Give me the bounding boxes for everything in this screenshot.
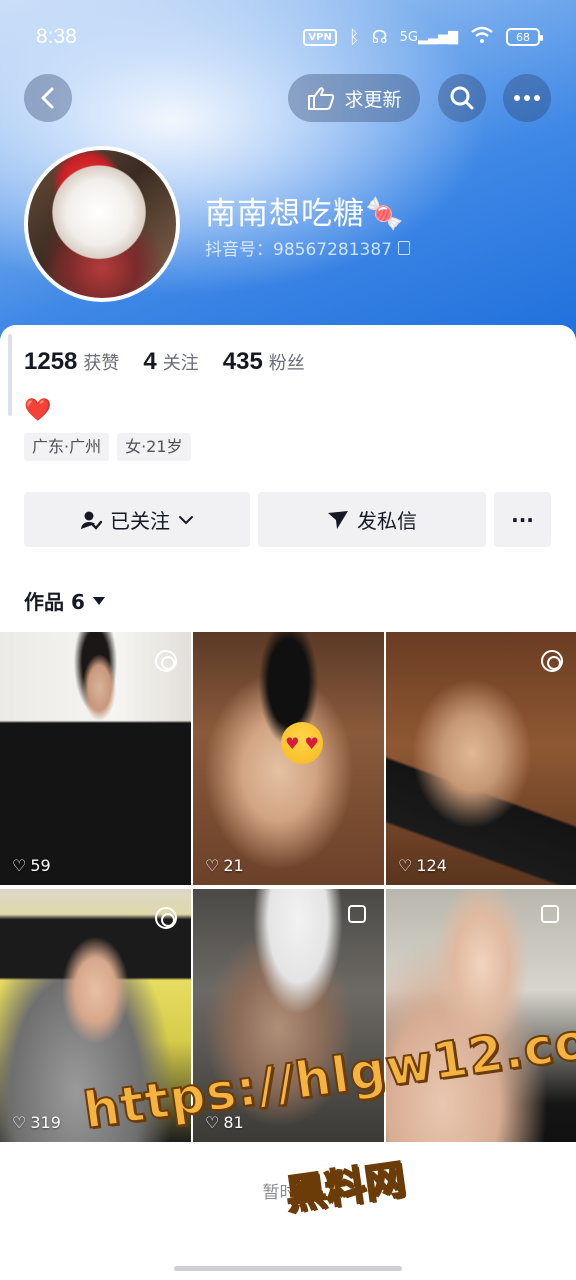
battery-icon: 68 xyxy=(506,28,543,46)
more-dots-icon: ··· xyxy=(511,507,534,532)
heart-outline-icon: ♡ xyxy=(205,856,220,875)
more-options-button[interactable] xyxy=(503,74,551,122)
headphones-icon: ☊ xyxy=(371,26,388,48)
like-count: ♡ 59 xyxy=(12,856,51,875)
multi-image-icon xyxy=(541,905,559,923)
copy-icon[interactable] xyxy=(397,240,410,255)
douyin-id-text: 抖音号：98567281387 xyxy=(205,240,392,260)
live-photo-icon xyxy=(155,907,177,929)
back-arrow-icon xyxy=(41,87,54,109)
wifi-icon xyxy=(470,26,494,49)
like-count-value: 21 xyxy=(223,856,244,875)
works-tab[interactable]: 作品 6 xyxy=(24,586,105,615)
stat-value: 1258 xyxy=(24,348,78,375)
heart-eyes-emoji-icon: ♥ ♥ xyxy=(281,722,323,764)
chevron-down-icon xyxy=(179,515,193,524)
profile-name: 南南想吃糖🍬 xyxy=(205,196,405,232)
back-button[interactable] xyxy=(24,74,72,122)
network-type: 5G xyxy=(399,29,418,45)
status-time: 8:38 xyxy=(36,25,77,48)
heart-outline-icon: ♡ xyxy=(12,1113,27,1132)
bluetooth-icon: ᛒ xyxy=(348,26,360,48)
stat-following[interactable]: 4 关注 xyxy=(143,348,198,376)
more-dots-icon xyxy=(514,95,540,101)
status-bar: 8:38 VPN ᛒ ☊ 5G▂▃▅▇ 68 xyxy=(0,0,576,74)
user-check-icon xyxy=(81,511,102,530)
like-count: ♡ 319 xyxy=(12,1113,61,1132)
send-icon xyxy=(328,510,348,529)
video-tile[interactable]: ♥ ♥ ♡ 21 xyxy=(193,632,384,885)
action-row: 已关注 发私信 ··· xyxy=(24,492,552,547)
stat-label: 粉丝 xyxy=(268,353,305,374)
message-label: 发私信 xyxy=(357,509,417,533)
tag-location: 广东·广州 xyxy=(24,433,110,461)
video-tile[interactable]: ♡ 124 xyxy=(386,632,576,885)
live-photo-icon xyxy=(541,650,563,672)
stat-label: 关注 xyxy=(162,353,199,374)
works-label: 作品 6 xyxy=(24,590,85,614)
douyin-id[interactable]: 抖音号：98567281387 xyxy=(205,235,410,260)
like-count-value: 319 xyxy=(30,1113,61,1132)
like-count: ♡ 21 xyxy=(205,856,244,875)
message-button[interactable]: 发私信 xyxy=(258,492,486,547)
search-button[interactable] xyxy=(438,74,486,122)
like-count-value: 124 xyxy=(416,856,447,875)
action-more-button[interactable]: ··· xyxy=(494,492,551,547)
caret-down-icon xyxy=(92,596,105,605)
stat-followers[interactable]: 435 粉丝 xyxy=(223,348,305,376)
avatar[interactable] xyxy=(24,146,180,302)
battery-level: 68 xyxy=(516,30,530,44)
video-tile[interactable]: ♡ 59 xyxy=(0,632,191,885)
stat-value: 435 xyxy=(222,348,263,375)
like-count-value: 59 xyxy=(30,856,51,875)
signal-icon: 5G▂▃▅▇ xyxy=(399,29,458,45)
status-icons: VPN ᛒ ☊ 5G▂▃▅▇ 68 xyxy=(303,26,543,49)
card-divider xyxy=(8,334,12,416)
pointing-hand-icon xyxy=(308,87,335,110)
bio-text: ❤️ xyxy=(24,398,52,423)
stats-row: 1258 获赞 4 关注 435 粉丝 xyxy=(24,348,305,376)
like-count: ♡ 124 xyxy=(398,856,447,875)
stat-label: 获赞 xyxy=(83,353,120,374)
stat-likes[interactable]: 1258 获赞 xyxy=(24,348,119,376)
followed-button[interactable]: 已关注 xyxy=(24,492,250,547)
tag-gender-age: 女·21岁 xyxy=(117,433,191,461)
ask-update-label: 求更新 xyxy=(344,88,402,111)
video-tile[interactable] xyxy=(386,889,576,1142)
ask-update-button[interactable]: 求更新 xyxy=(288,74,420,122)
multi-image-icon xyxy=(348,905,366,923)
stat-value: 4 xyxy=(143,348,157,375)
followed-label: 已关注 xyxy=(110,509,170,533)
profile-tags: 广东·广州 女·21岁 xyxy=(24,433,191,461)
vpn-icon: VPN xyxy=(303,28,337,46)
heart-outline-icon: ♡ xyxy=(398,856,413,875)
home-indicator xyxy=(174,1266,402,1271)
live-photo-icon xyxy=(155,650,177,672)
heart-outline-icon: ♡ xyxy=(12,856,27,875)
search-icon xyxy=(450,86,474,110)
